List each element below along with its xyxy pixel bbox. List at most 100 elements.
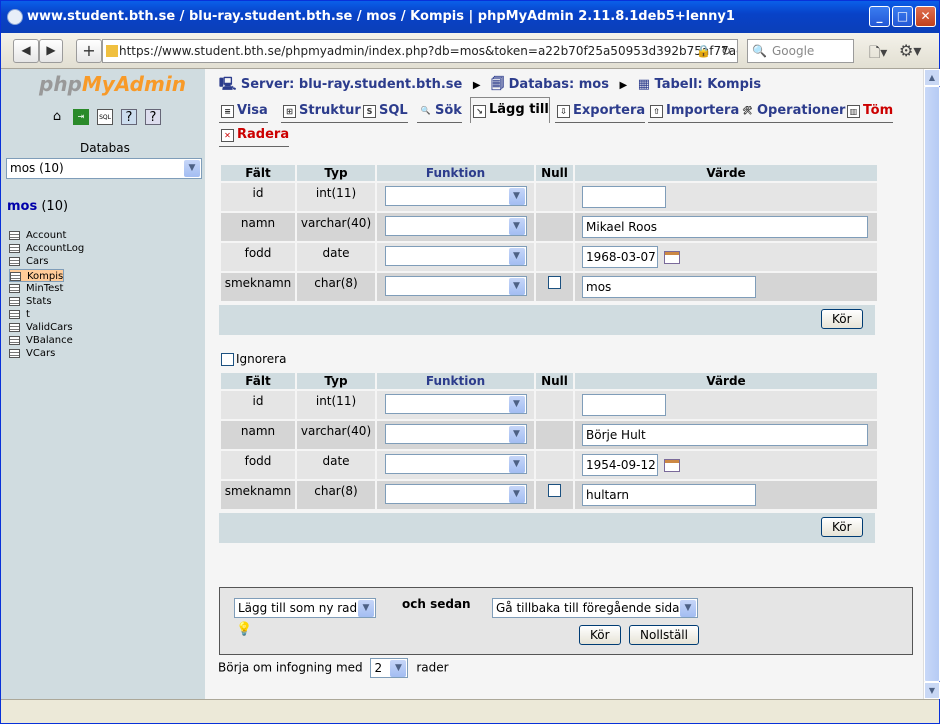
function-select[interactable]: ▼ [384, 276, 527, 296]
tab-operationer[interactable]: 🛠 Operationer [739, 101, 846, 123]
calendar-icon[interactable] [664, 250, 680, 264]
phpmyadmin-logo[interactable]: phpMyAdmin [39, 72, 186, 96]
sql-docs-icon[interactable]: ? [145, 109, 161, 125]
home-icon[interactable]: ⌂ [49, 109, 65, 125]
ignore-checkbox[interactable] [221, 353, 234, 366]
table-icon[interactable] [10, 272, 21, 281]
lock-icon[interactable]: 🔒 [696, 40, 711, 62]
chevron-down-icon[interactable]: ▼ [508, 248, 525, 265]
calendar-icon[interactable] [664, 458, 680, 472]
close-button[interactable]: ✕ [915, 6, 936, 27]
function-select[interactable]: ▼ [384, 424, 527, 444]
tab-visa[interactable]: ≡ Visa [219, 101, 268, 123]
table-icon[interactable] [9, 231, 20, 240]
function-select[interactable]: ▼ [384, 246, 527, 266]
kor-button-2[interactable]: Kör [821, 517, 863, 537]
value-input[interactable]: Mikael Roos [582, 216, 868, 238]
table-icon[interactable] [9, 244, 20, 253]
tab-sql[interactable]: S SQL [361, 101, 408, 123]
sidebar-table-item[interactable]: Cars [9, 255, 203, 268]
sidebar-table-item[interactable]: AccountLog [9, 242, 203, 255]
table-icon[interactable] [9, 257, 20, 266]
chevron-down-icon[interactable]: ▼ [184, 160, 200, 177]
tab-sok[interactable]: 🔍 Sök [417, 101, 462, 123]
value-input[interactable]: 1954-09-12 [582, 454, 658, 476]
tab-tom[interactable]: ▥ Töm [845, 101, 894, 123]
docs-icon[interactable]: ? [121, 109, 137, 125]
sidebar-table-item[interactable]: VBalance [9, 334, 203, 347]
function-select[interactable]: ▼ [384, 216, 527, 236]
null-checkbox[interactable] [548, 276, 561, 289]
search-box[interactable]: 🔍 Google [747, 39, 854, 63]
value-input[interactable]: hultarn [582, 484, 756, 506]
table-icon[interactable] [9, 349, 20, 358]
chevron-down-icon[interactable]: ▼ [508, 456, 525, 473]
database-select[interactable]: mos (10) ▼ [6, 158, 202, 179]
scroll-up-icon[interactable]: ▲ [924, 69, 940, 86]
back-button[interactable]: ◀ [13, 39, 39, 63]
scroll-thumb[interactable] [924, 86, 940, 682]
table-icon[interactable] [9, 297, 20, 306]
value-cell: mos [575, 273, 877, 301]
null-checkbox[interactable] [548, 484, 561, 497]
kor-button-3[interactable]: Kör [579, 625, 621, 645]
after-action-select[interactable]: Gå tillbaka till föregående sida ▼ [492, 598, 698, 618]
sidebar-table-item[interactable]: ValidCars [9, 321, 203, 334]
sql-query-icon[interactable]: SQL [97, 109, 113, 125]
function-select[interactable]: ▼ [384, 394, 527, 414]
chevron-down-icon[interactable]: ▼ [508, 426, 525, 443]
kor-button-1[interactable]: Kör [821, 309, 863, 329]
tools-menu-icon[interactable]: ⚙▾ [899, 41, 921, 60]
table-icon[interactable] [9, 336, 20, 345]
sidebar-table-item[interactable]: MinTest [9, 282, 203, 295]
new-tab-button[interactable]: + [76, 39, 102, 63]
function-select[interactable]: ▼ [384, 484, 527, 504]
chevron-down-icon[interactable]: ▼ [508, 278, 525, 295]
table-icon[interactable] [9, 284, 20, 293]
sidebar-table-item[interactable]: Account [9, 229, 203, 242]
insert-mode-select[interactable]: Lägg till som ny rad ▼ [234, 598, 376, 618]
value-input[interactable] [582, 394, 666, 416]
sidebar-table-item[interactable]: Stats [9, 295, 203, 308]
value-input[interactable] [582, 186, 666, 208]
function-select[interactable]: ▼ [384, 186, 527, 206]
chevron-down-icon[interactable]: ▼ [358, 600, 374, 617]
chevron-down-icon[interactable]: ▼ [508, 486, 525, 503]
maximize-button[interactable]: □ [892, 6, 913, 27]
table-icon[interactable] [9, 323, 20, 332]
minimize-button[interactable]: _ [869, 6, 890, 27]
value-input[interactable]: Börje Hult [582, 424, 868, 446]
tab-exportera[interactable]: ⇩ Exportera [555, 101, 646, 123]
breadcrumb-table[interactable]: Tabell: Kompis [655, 77, 762, 92]
nollstall-button[interactable]: Nollställ [629, 625, 699, 645]
table-icon[interactable] [9, 310, 20, 319]
database-link[interactable]: mos [7, 199, 37, 214]
url-bar[interactable]: https://www.student.bth.se/phpmyadmin/in… [102, 39, 738, 63]
scroll-down-icon[interactable]: ▼ [924, 682, 940, 699]
null-cell [536, 391, 573, 419]
chevron-down-icon[interactable]: ▼ [508, 218, 525, 235]
sidebar-table-item[interactable]: Kompis [9, 269, 65, 282]
breadcrumb-server[interactable]: Server: blu-ray.student.bth.se [241, 77, 462, 92]
chevron-down-icon[interactable]: ▼ [508, 188, 525, 205]
vertical-scrollbar[interactable]: ▲ ▼ [923, 69, 940, 699]
tab-radera[interactable]: ✕ Radera [219, 125, 290, 147]
value-input[interactable]: mos [582, 276, 756, 298]
forward-button[interactable]: ▶ [39, 39, 63, 63]
tab-struktur[interactable]: ⊞ Struktur [281, 101, 361, 123]
function-select[interactable]: ▼ [384, 454, 527, 474]
tab-importera[interactable]: ⇧ Importera [648, 101, 740, 123]
sidebar-table-item[interactable]: t [9, 308, 203, 321]
reload-icon[interactable]: ↻ [721, 40, 731, 62]
chevron-down-icon[interactable]: ▼ [390, 660, 407, 677]
value-input[interactable]: 1968-03-07 [582, 246, 658, 268]
breadcrumb-database[interactable]: Databas: mos [509, 77, 609, 92]
chevron-down-icon[interactable]: ▼ [680, 600, 696, 617]
tab-lagg-till[interactable]: ↘ Lägg till [470, 97, 550, 123]
sidebar-table-item[interactable]: VCars [9, 347, 203, 360]
restart-count-select[interactable]: 2 ▼ [370, 658, 409, 678]
exit-icon[interactable]: ⇥ [73, 109, 89, 125]
chevron-down-icon[interactable]: ▼ [508, 396, 525, 413]
browse-icon: ≡ [221, 105, 234, 118]
page-menu-icon[interactable]: 🗋▾ [869, 42, 887, 66]
